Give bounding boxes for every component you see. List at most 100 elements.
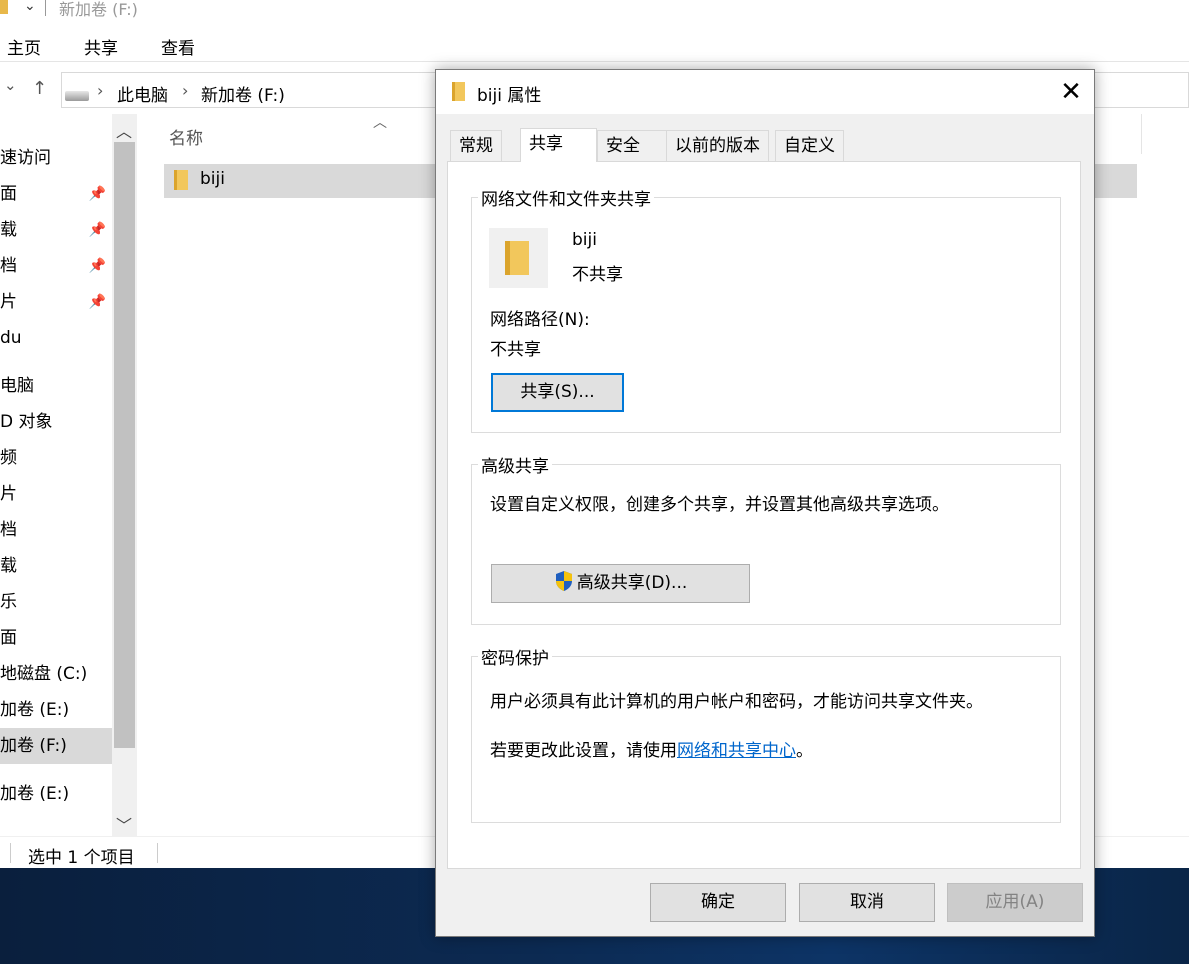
nav-item-label: 加卷 (E:) bbox=[0, 784, 70, 804]
group-label: 密码保护 bbox=[478, 644, 552, 669]
folder-name: biji bbox=[572, 230, 597, 250]
nav-item-label: 档 bbox=[0, 256, 17, 276]
recent-locations-chevron-icon[interactable]: ⌄ bbox=[4, 76, 17, 94]
nav-item-label: D 对象 bbox=[0, 412, 53, 432]
file-name: biji bbox=[200, 169, 225, 189]
ribbon-tabs: 主页 共享 查看 bbox=[0, 30, 1189, 62]
network-path-value: 不共享 bbox=[490, 340, 541, 360]
change-setting-prefix: 若要更改此设置，请使用 bbox=[490, 741, 677, 761]
uac-shield-icon bbox=[555, 571, 572, 591]
pin-icon: 📌 bbox=[88, 294, 106, 310]
tab-general[interactable]: 常规 bbox=[450, 130, 502, 161]
nav-item[interactable]: 载 bbox=[0, 548, 112, 584]
nav-item[interactable]: 档 bbox=[0, 512, 112, 548]
nav-item-label: 载 bbox=[0, 556, 17, 576]
share-button[interactable]: 共享(S)... bbox=[491, 373, 624, 412]
dialog-titlebar: biji 属性 ✕ bbox=[436, 70, 1094, 114]
nav-item-label: 乐 bbox=[0, 592, 17, 612]
ok-button[interactable]: 确定 bbox=[650, 883, 786, 922]
tab-customize[interactable]: 自定义 bbox=[775, 130, 844, 161]
network-path-label: 网络路径(N): bbox=[490, 310, 590, 330]
network-sharing-group: 网络文件和文件夹共享 biji 不共享 网络路径(N): 不共享 共享(S)..… bbox=[471, 185, 1061, 433]
folder-icon bbox=[452, 82, 465, 101]
folder-icon bbox=[174, 170, 188, 190]
close-icon[interactable]: ✕ bbox=[1056, 78, 1086, 108]
explorer-title: 新加卷 (F:) bbox=[59, 0, 138, 19]
nav-item[interactable]: 载 📌 bbox=[0, 212, 112, 248]
folder-icon bbox=[0, 0, 8, 14]
breadcrumb-chevron-icon[interactable]: › bbox=[182, 81, 188, 100]
nav-item[interactable]: du bbox=[0, 320, 112, 356]
column-divider bbox=[1141, 114, 1142, 154]
nav-item-label: 速访问 bbox=[0, 148, 51, 168]
up-arrow-icon[interactable]: ↑ bbox=[32, 78, 47, 99]
tab-security[interactable]: 安全 bbox=[597, 130, 667, 161]
scroll-up-icon[interactable]: ︿ bbox=[116, 118, 132, 142]
quick-access-dropdown-icon[interactable]: ⌄ bbox=[24, 0, 36, 14]
drive-icon bbox=[65, 91, 89, 101]
breadcrumb-chevron-icon[interactable]: › bbox=[97, 81, 103, 100]
nav-item[interactable]: 片 📌 bbox=[0, 284, 112, 320]
nav-item-label: 加卷 (E:) bbox=[0, 700, 70, 720]
breadcrumb-drive-f[interactable]: 新加卷 (F:) bbox=[201, 81, 285, 106]
column-header-name[interactable]: 名称 bbox=[169, 124, 203, 149]
tab-home[interactable]: 主页 bbox=[7, 34, 41, 59]
pin-icon: 📌 bbox=[88, 186, 106, 202]
tab-share[interactable]: 共享 bbox=[84, 34, 118, 59]
nav-item-label: 电脑 bbox=[0, 376, 34, 396]
nav-item[interactable]: 加卷 (E:) bbox=[0, 692, 112, 728]
nav-item-label: 面 bbox=[0, 628, 17, 648]
titlebar-divider bbox=[45, 0, 46, 16]
nav-item[interactable]: D 对象 bbox=[0, 404, 112, 440]
nav-item[interactable]: 面 📌 bbox=[0, 176, 112, 212]
nav-item[interactable]: 乐 bbox=[0, 584, 112, 620]
advanced-sharing-group: 高级共享 设置自定义权限，创建多个共享，并设置其他高级共享选项。 高级共享(D)… bbox=[471, 452, 1061, 625]
tab-view[interactable]: 查看 bbox=[161, 34, 195, 59]
breadcrumb-this-pc[interactable]: 此电脑 bbox=[117, 81, 168, 106]
nav-item-label: 片 bbox=[0, 292, 17, 312]
nav-item[interactable]: 速访问 bbox=[0, 140, 112, 176]
advanced-sharing-button-label: 高级共享(D)... bbox=[576, 573, 688, 593]
dialog-title: biji 属性 bbox=[477, 86, 542, 106]
nav-item-label: 频 bbox=[0, 448, 17, 468]
change-setting-text: 若要更改此设置，请使用网络和共享中心。 bbox=[490, 736, 813, 761]
scroll-down-icon[interactable]: ﹀ bbox=[116, 812, 132, 836]
nav-item[interactable]: 片 bbox=[0, 476, 112, 512]
tab-sharing[interactable]: 共享 bbox=[520, 128, 597, 162]
cancel-button[interactable]: 取消 bbox=[799, 883, 935, 922]
nav-item[interactable]: 地磁盘 (C:) bbox=[0, 656, 112, 692]
change-setting-suffix: 。 bbox=[796, 741, 813, 761]
tab-previous-versions[interactable]: 以前的版本 bbox=[666, 130, 769, 161]
properties-dialog: biji 属性 ✕ 常规 共享 安全 以前的版本 自定义 网络文件和文件夹共享 … bbox=[435, 69, 1095, 937]
nav-item-label: 加卷 (F:) bbox=[0, 736, 67, 756]
network-sharing-center-link[interactable]: 网络和共享中心 bbox=[677, 741, 796, 761]
nav-item-label: 档 bbox=[0, 520, 17, 540]
nav-item[interactable]: 档 📌 bbox=[0, 248, 112, 284]
pin-icon: 📌 bbox=[88, 222, 106, 238]
password-description: 用户必须具有此计算机的用户帐户和密码，才能访问共享文件夹。 bbox=[490, 692, 983, 712]
navigation-pane: 速访问 面 📌 载 📌 档 📌 片 📌 du 电脑 D 对象 频 片 档 载 乐 面 地… bbox=[0, 114, 112, 836]
status-divider bbox=[157, 843, 158, 863]
nav-item[interactable]: 电脑 bbox=[0, 368, 112, 404]
status-divider bbox=[10, 843, 11, 863]
apply-button[interactable]: 应用(A) bbox=[947, 883, 1083, 922]
nav-item[interactable]: 面 bbox=[0, 620, 112, 656]
nav-item-label: 片 bbox=[0, 484, 17, 504]
nav-item[interactable]: 频 bbox=[0, 440, 112, 476]
advanced-sharing-description: 设置自定义权限，创建多个共享，并设置其他高级共享选项。 bbox=[490, 495, 949, 515]
nav-item-label: 载 bbox=[0, 220, 17, 240]
nav-item-selected[interactable]: 加卷 (F:) bbox=[0, 728, 112, 764]
password-protection-group: 密码保护 用户必须具有此计算机的用户帐户和密码，才能访问共享文件夹。 若要更改此… bbox=[471, 644, 1061, 823]
group-label: 网络文件和文件夹共享 bbox=[478, 185, 654, 210]
sharing-tab-panel: 网络文件和文件夹共享 biji 不共享 网络路径(N): 不共享 共享(S)..… bbox=[447, 161, 1081, 869]
pin-icon: 📌 bbox=[88, 258, 106, 274]
scrollbar-thumb[interactable] bbox=[114, 142, 135, 748]
nav-pane-scrollbar[interactable]: ︿ ﹀ bbox=[112, 114, 137, 836]
nav-item-label: 地磁盘 (C:) bbox=[0, 664, 88, 684]
advanced-sharing-button[interactable]: 高级共享(D)... bbox=[491, 564, 750, 603]
nav-item[interactable]: 加卷 (E:) bbox=[0, 776, 112, 812]
sort-ascending-icon: ︿ bbox=[373, 115, 387, 131]
nav-item-label: du bbox=[0, 328, 22, 348]
status-text: 选中 1 个项目 bbox=[28, 848, 135, 868]
folder-icon bbox=[489, 228, 548, 288]
